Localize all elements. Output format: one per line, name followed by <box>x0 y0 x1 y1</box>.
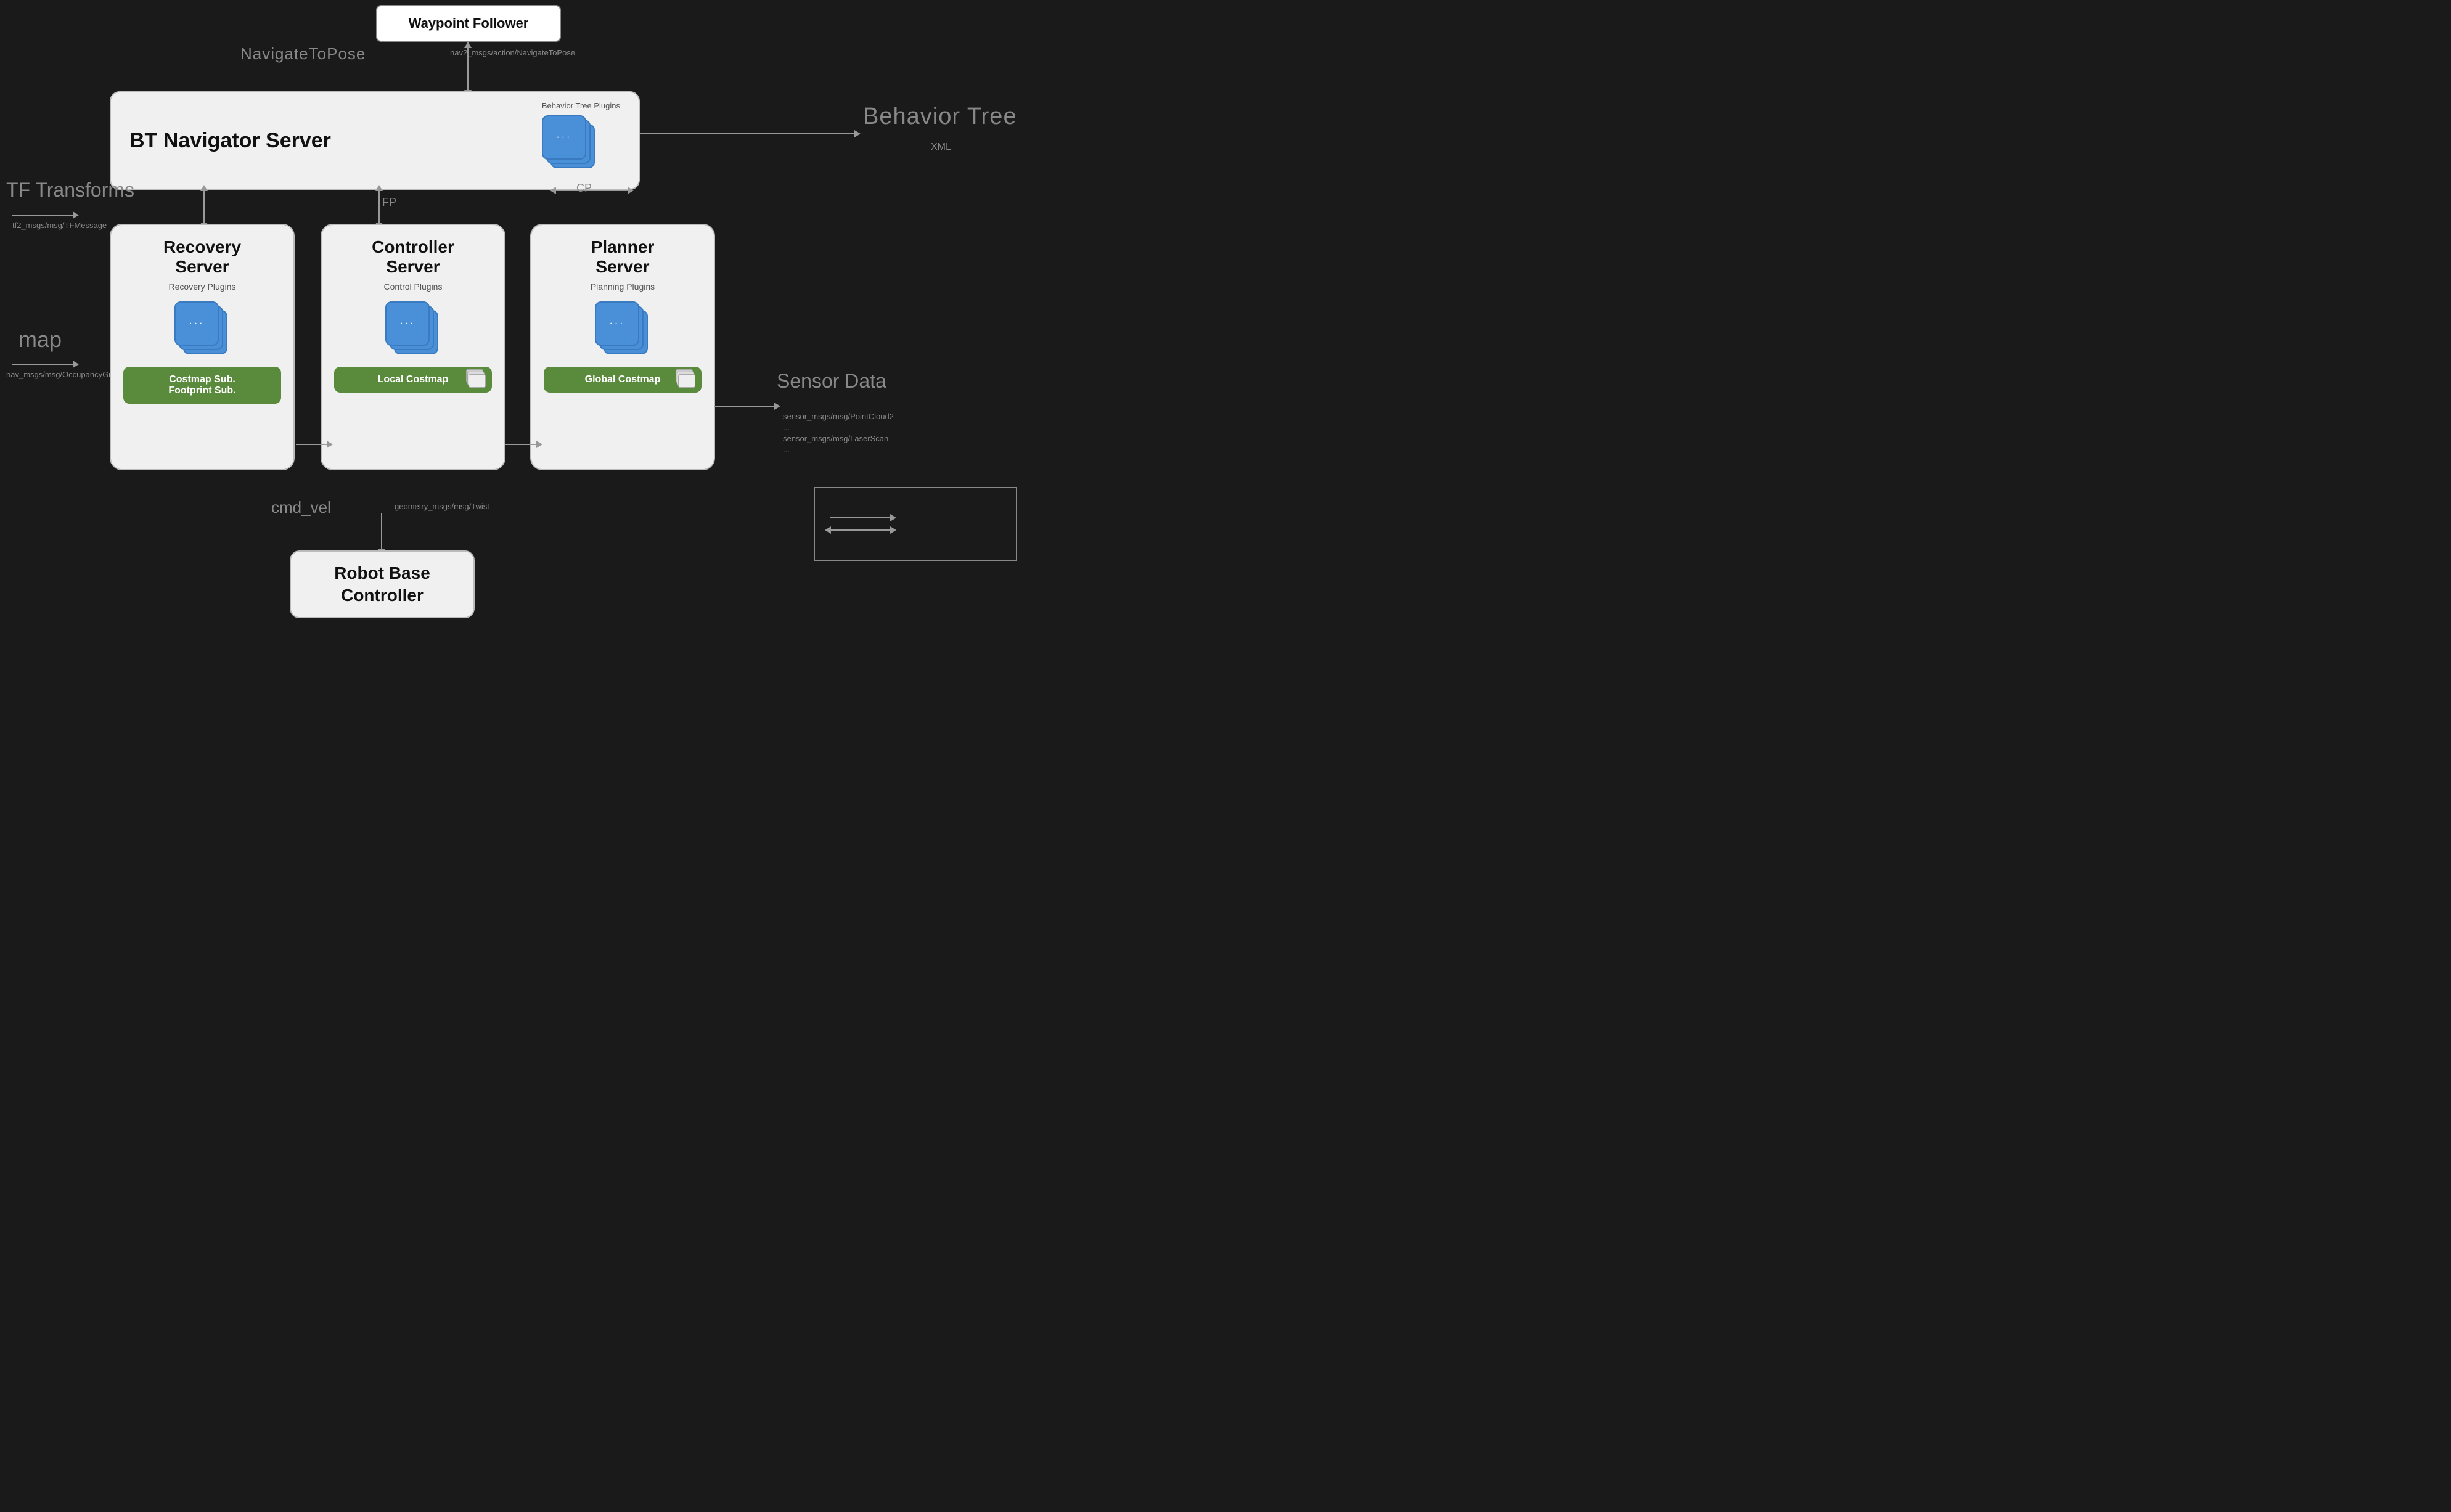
sensor-msg4: ... <box>783 445 790 454</box>
arrow-global-to-local <box>505 444 538 445</box>
arrow-bt-to-recovery <box>203 190 205 224</box>
sensor-msg1: sensor_msgs/msg/PointCloud2 <box>783 412 894 421</box>
global-costmap-box: Global Costmap <box>544 367 702 393</box>
sensor-msg3: sensor_msgs/msg/LaserScan <box>783 434 888 443</box>
recovery-costmap-box: Costmap Sub.Footprint Sub. <box>123 367 281 404</box>
controller-dots: ··· <box>400 318 415 329</box>
local-costmap-label: Local Costmap <box>378 374 449 385</box>
planner-sq-front: ··· <box>595 301 639 346</box>
legend-row-2 <box>830 529 1001 531</box>
sensor-data-label: Sensor Data <box>777 370 886 393</box>
robot-base-title: Robot Base Controller <box>334 562 430 607</box>
legend-row-1 <box>830 517 1001 518</box>
map-label: map <box>18 327 62 353</box>
planner-server-box: PlannerServer Planning Plugins ··· Globa… <box>530 224 715 470</box>
tf-transforms-arrow <box>12 215 74 216</box>
robot-base-controller-box: Robot Base Controller <box>290 550 475 618</box>
behavior-tree-xml-label: XML <box>931 142 951 153</box>
map-arrow <box>12 364 74 365</box>
local-costmap-icon <box>466 368 488 390</box>
controller-server-box: ControllerServer Control Plugins ··· Loc… <box>321 224 505 470</box>
tf-transforms-msg: tf2_msgs/msg/TFMessage <box>12 221 107 230</box>
planner-plugins-label: Planning Plugins <box>591 282 655 292</box>
bt-navigator-title: BT Navigator Server <box>129 129 542 153</box>
planner-server-title: PlannerServer <box>591 237 655 277</box>
recovery-plugins-label: Recovery Plugins <box>169 282 236 292</box>
controller-plugins-label: Control Plugins <box>384 282 443 292</box>
arrow-bt-to-controller <box>378 190 380 224</box>
navigate-to-pose-label: NavigateToPose <box>240 44 366 63</box>
bt-navigator-box: BT Navigator Server Behavior Tree Plugin… <box>110 91 640 190</box>
arrow-bt-nav-to-behavior-tree <box>640 133 856 134</box>
costmap-layer-1 <box>469 374 486 388</box>
plugin-dots: ··· <box>556 132 571 143</box>
cp-label: CP <box>576 182 592 195</box>
controller-plugins-icon: ··· <box>385 301 441 357</box>
bt-plugins-area: Behavior Tree Plugins ··· <box>542 101 620 181</box>
sensor-msg2: ... <box>783 423 790 432</box>
recovery-sq-front: ··· <box>174 301 219 346</box>
tf-transforms-label: TF Transforms <box>6 179 134 202</box>
recovery-server-title: RecoveryServer <box>163 237 241 277</box>
recovery-dots: ··· <box>189 318 205 329</box>
legend-arrow-bidir <box>830 529 891 531</box>
global-costmap-icon <box>676 368 698 390</box>
arrow-local-to-recovery <box>296 444 328 445</box>
legend-box <box>814 487 1017 561</box>
plugin-square-front: ··· <box>542 115 586 160</box>
bt-plugins-icon: ··· <box>542 115 597 171</box>
fp-label: FP <box>382 196 396 209</box>
cmd-vel-label: cmd_vel <box>271 498 331 517</box>
planner-plugins-icon: ··· <box>595 301 650 357</box>
global-costmap-label: Global Costmap <box>585 374 661 385</box>
behavior-tree-label: Behavior Tree <box>863 104 1017 130</box>
bt-plugins-label: Behavior Tree Plugins <box>542 101 620 110</box>
controller-sq-front: ··· <box>385 301 430 346</box>
navigate-to-pose-msg: nav2_msgs/action/NavigateToPose <box>450 48 575 57</box>
local-costmap-box: Local Costmap <box>334 367 492 393</box>
recovery-costmap-label: Costmap Sub.Footprint Sub. <box>168 374 235 396</box>
recovery-server-box: RecoveryServer Recovery Plugins ··· Cost… <box>110 224 295 470</box>
controller-server-title: ControllerServer <box>372 237 454 277</box>
sensor-data-arrow <box>714 406 775 407</box>
global-costmap-layer-1 <box>678 374 695 388</box>
recovery-plugins-icon: ··· <box>174 301 230 357</box>
arrow-cmd-vel-down <box>381 513 382 550</box>
waypoint-follower-label: Waypoint Follower <box>409 15 529 31</box>
legend-arrow-right <box>830 517 891 518</box>
planner-dots: ··· <box>610 318 625 329</box>
cmd-vel-msg: geometry_msgs/msg/Twist <box>395 502 489 511</box>
arrow-waypoint-to-bt <box>467 42 469 91</box>
map-msg: nav_msgs/msg/OccupancyGrid <box>6 370 118 379</box>
waypoint-follower-box: Waypoint Follower <box>376 5 561 42</box>
